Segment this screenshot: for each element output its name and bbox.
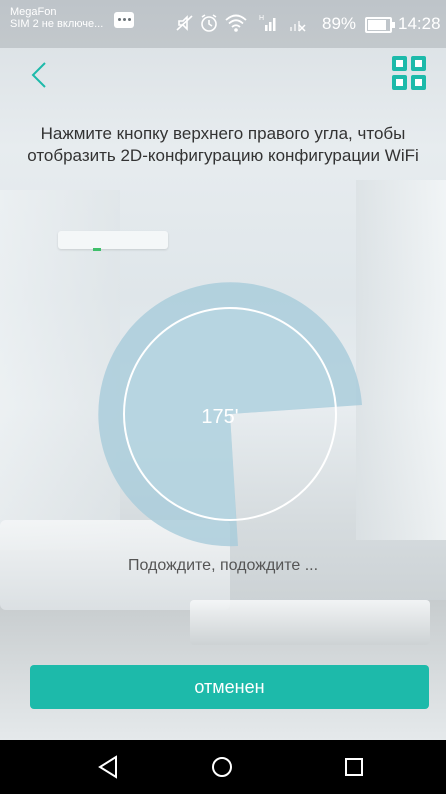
waiting-text: Подождите, подождите ... <box>127 557 319 574</box>
nav-recents-button[interactable] <box>337 751 371 783</box>
nav-home-button[interactable] <box>205 751 239 783</box>
circle-home-icon <box>212 757 232 777</box>
cancel-button[interactable]: отменен <box>30 665 429 709</box>
navigation-bar <box>0 740 446 794</box>
angle-readout: 175' <box>201 406 239 428</box>
triangle-back-icon <box>98 755 117 779</box>
square-recents-icon <box>345 758 363 776</box>
scanner-graphic <box>98 282 363 547</box>
nav-back-button[interactable] <box>92 751 126 783</box>
